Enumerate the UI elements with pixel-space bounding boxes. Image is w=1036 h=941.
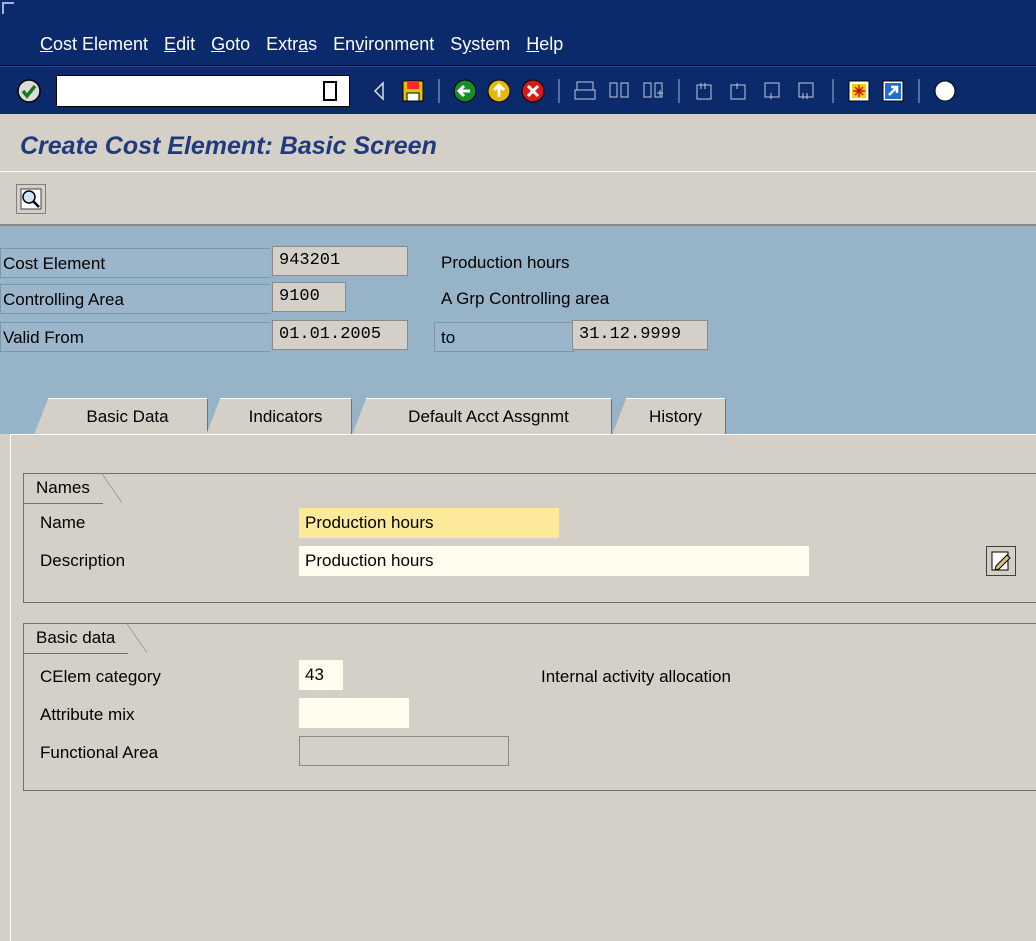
basic-data-group-title: Basic data [24, 624, 148, 654]
functional-area-input[interactable] [299, 736, 509, 766]
system-menu-icon[interactable] [2, 2, 14, 14]
tab-history[interactable]: History [612, 398, 726, 435]
menu: Cost Element Edit Goto Extras Environmen… [32, 34, 571, 55]
menu-bar: Cost Element Edit Goto Extras Environmen… [0, 0, 1036, 66]
celem-category-description: Internal activity allocation [541, 667, 731, 686]
cost-element-label: Cost Element [0, 248, 270, 278]
find-next-icon[interactable] [638, 76, 668, 106]
toolbar-separator [438, 78, 440, 103]
toolbar-separator [918, 78, 920, 103]
title-bar: Create Cost Element: Basic Screen [0, 114, 1036, 172]
previous-page-icon[interactable] [724, 76, 754, 106]
valid-from-field[interactable]: 01.01.2005 [272, 320, 408, 350]
celem-category-label: CElem category [40, 667, 161, 686]
edit-text-button[interactable] [986, 546, 1016, 576]
attribute-mix-label: Attribute mix [40, 705, 135, 724]
command-field[interactable] [56, 74, 350, 107]
cancel-icon[interactable] [518, 76, 548, 106]
menu-help[interactable]: Help [518, 34, 571, 55]
tab-basic-data[interactable]: Basic Data [34, 398, 208, 436]
menu-environment[interactable]: Environment [325, 34, 442, 55]
save-icon[interactable] [398, 76, 428, 106]
tab-indicators[interactable]: Indicators [206, 398, 352, 435]
application-toolbar [0, 172, 1036, 226]
attribute-mix-input[interactable] [299, 698, 409, 728]
next-page-icon[interactable] [758, 76, 788, 106]
back-icon[interactable] [450, 76, 480, 106]
toolbar-separator [832, 78, 834, 103]
description-label: Description [40, 551, 126, 570]
controlling-area-description: A Grp Controlling area [441, 289, 610, 308]
names-group: Names Name Production hours Description … [23, 473, 1036, 603]
create-session-icon[interactable] [844, 76, 874, 106]
last-page-icon[interactable] [792, 76, 822, 106]
tab-panel-basic-data: Names Name Production hours Description … [10, 434, 1036, 941]
first-page-icon[interactable] [690, 76, 720, 106]
tab-default-acct-assgnmt[interactable]: Default Acct Assgnmt [352, 398, 612, 435]
name-label: Name [40, 513, 86, 532]
toolbar-separator [678, 78, 680, 103]
valid-from-label: Valid From [0, 322, 270, 352]
pencil-icon [991, 551, 1011, 571]
toolbar-separator [558, 78, 560, 103]
menu-extras[interactable]: Extras [258, 34, 325, 55]
standard-toolbar [0, 66, 1036, 114]
menu-goto[interactable]: Goto [203, 34, 258, 55]
basic-data-group: Basic data CElem category 43 Internal ac… [23, 623, 1036, 791]
enter-icon[interactable] [14, 76, 44, 106]
controlling-area-label: Controlling Area [0, 284, 270, 314]
cost-element-field[interactable]: 943201 [272, 246, 408, 276]
celem-category-input[interactable]: 43 [299, 660, 343, 690]
names-group-title: Names [24, 474, 122, 504]
magnifier-icon [20, 188, 42, 210]
print-icon[interactable] [570, 76, 600, 106]
controlling-area-field[interactable]: 9100 [272, 282, 346, 312]
page-title: Create Cost Element: Basic Screen [20, 132, 437, 160]
to-label: to [434, 322, 574, 352]
menu-cost-element[interactable]: Cost Element [32, 34, 156, 55]
shortcut-icon[interactable] [878, 76, 908, 106]
menu-edit[interactable]: Edit [156, 34, 203, 55]
cost-element-description: Production hours [441, 253, 570, 272]
exit-icon[interactable] [484, 76, 514, 106]
display-detail-button[interactable] [16, 184, 46, 214]
command-history-icon[interactable] [323, 80, 337, 101]
name-input[interactable]: Production hours [299, 508, 559, 538]
collapse-arrow-icon[interactable] [364, 76, 394, 106]
valid-to-field[interactable]: 31.12.9999 [572, 320, 708, 350]
find-icon[interactable] [604, 76, 634, 106]
help-icon[interactable] [930, 76, 960, 106]
description-input[interactable]: Production hours [299, 546, 809, 576]
menu-system[interactable]: System [442, 34, 518, 55]
functional-area-label: Functional Area [40, 743, 159, 762]
